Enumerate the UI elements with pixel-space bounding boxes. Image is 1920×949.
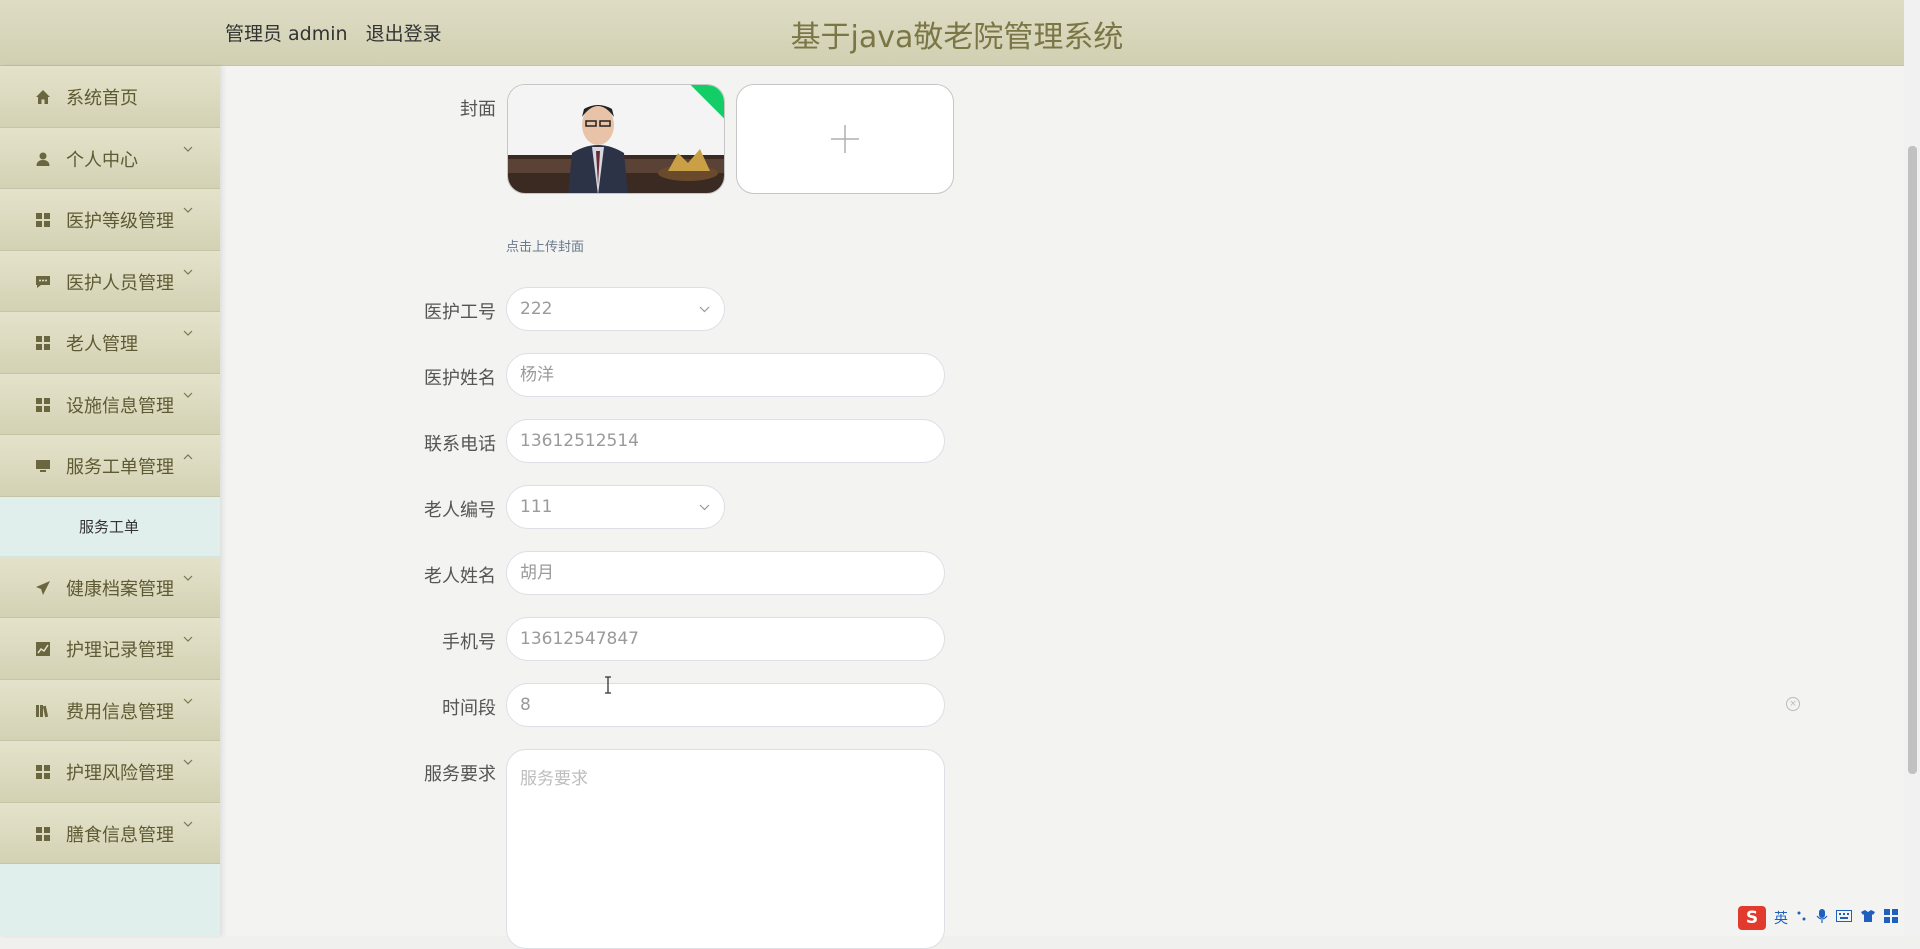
ime-mode-label[interactable]: 英 — [1774, 908, 1788, 928]
chevron-down-icon — [183, 571, 193, 581]
chevron-down-icon — [183, 142, 193, 152]
sidebar-item-care-records[interactable]: 护理记录管理 — [0, 618, 220, 680]
sidebar-item-care-risk[interactable]: 护理风险管理 — [0, 741, 220, 803]
chevron-down-icon — [699, 486, 710, 528]
sidebar-item-label: 护理风险管理 — [66, 763, 174, 784]
sidebar-item-care-level[interactable]: 医护等级管理 — [0, 189, 220, 251]
cover-photo — [508, 85, 724, 193]
sidebar-item-label: 个人中心 — [66, 149, 138, 171]
chevron-down-icon — [183, 694, 193, 704]
scrollbar-thumb[interactable] — [1908, 146, 1917, 774]
system-title: 基于java敬老院管理系统 — [790, 20, 1124, 55]
service-req-placeholder: 服务要求 — [520, 769, 588, 789]
close-icon[interactable]: × — [1786, 697, 1800, 711]
home-icon — [34, 88, 52, 106]
monitor-icon — [34, 457, 52, 475]
staff-name-input[interactable]: 杨洋 — [506, 353, 945, 397]
sidebar-item-health-records[interactable]: 健康档案管理 — [0, 556, 220, 618]
sidebar-item-label: 健康档案管理 — [66, 578, 174, 600]
grid-icon — [34, 211, 52, 229]
sidebar-item-label: 医护人员管理 — [66, 272, 174, 294]
sidebar-menu: 系统首页 个人中心 医护等级管理 医护人员管理 老人管理 设施信息管理 服务工单… — [0, 66, 220, 936]
chevron-down-icon — [183, 203, 193, 213]
staff-no-select[interactable]: 222 — [506, 287, 725, 331]
sidebar-item-meals[interactable]: 膳食信息管理 — [0, 802, 220, 864]
chart-icon — [34, 640, 52, 658]
grid-icon — [34, 763, 52, 781]
sidebar-item-label: 设施信息管理 — [66, 395, 174, 417]
elder-no-value: 111 — [520, 497, 553, 517]
page-scrollbar[interactable] — [1904, 0, 1920, 936]
sidebar-item-label: 服务工单管理 — [66, 457, 174, 478]
send-icon — [34, 579, 52, 597]
sidebar-item-elders[interactable]: 老人管理 — [0, 312, 220, 374]
chevron-down-icon — [183, 817, 193, 827]
sidebar-item-label: 膳食信息管理 — [66, 824, 174, 846]
sidebar-item-fees[interactable]: 费用信息管理 — [0, 679, 220, 741]
grid-icon — [34, 396, 52, 414]
upload-add-button[interactable] — [736, 84, 954, 194]
sidebar-item-label: 老人管理 — [66, 334, 138, 355]
plus-icon — [831, 125, 859, 153]
staff-no-label: 医护工号 — [424, 302, 496, 323]
submenu-item-service-order[interactable]: 服务工单 — [0, 496, 220, 557]
sidebar-item-care-staff[interactable]: 医护人员管理 — [0, 250, 220, 312]
chat-icon — [34, 273, 52, 291]
ime-toolbar: S 英 — [1738, 904, 1898, 932]
staff-no-value: 222 — [520, 299, 553, 319]
ime-logo-icon[interactable]: S — [1738, 906, 1766, 930]
sidebar-item-service-orders[interactable]: 服务工单管理 — [0, 435, 220, 497]
elder-name-label: 老人姓名 — [424, 566, 496, 587]
sidebar-item-label: 护理记录管理 — [66, 640, 174, 661]
chevron-down-icon — [699, 288, 710, 330]
mobile-input[interactable]: 13612547847 — [506, 617, 945, 661]
microphone-icon[interactable] — [1816, 908, 1828, 928]
elder-no-label: 老人编号 — [424, 500, 496, 521]
cover-label: 封面 — [460, 99, 496, 120]
skin-icon[interactable] — [1860, 909, 1876, 927]
chevron-down-icon — [183, 265, 193, 275]
grid-icon — [34, 334, 52, 352]
sidebar-item-facilities[interactable]: 设施信息管理 — [0, 373, 220, 435]
top-header: 管理员 admin 退出登录 基于java敬老院管理系统 — [0, 0, 1904, 66]
elder-name-input[interactable]: 胡月 — [506, 551, 945, 595]
sidebar-item-label: 医护等级管理 — [66, 211, 174, 232]
chevron-down-icon — [183, 326, 193, 336]
chevron-down-icon — [183, 388, 193, 398]
time-slot-input[interactable]: 8 — [506, 683, 945, 727]
sidebar-item-home[interactable]: 系统首页 — [0, 66, 220, 128]
time-slot-label: 时间段 — [442, 698, 496, 719]
sidebar-item-profile[interactable]: 个人中心 — [0, 127, 220, 189]
sidebar-item-label: 系统首页 — [66, 88, 138, 109]
chevron-down-icon — [183, 755, 193, 765]
cover-image-thumbnail[interactable] — [507, 84, 725, 194]
contact-phone-label: 联系电话 — [424, 434, 496, 455]
toolbox-icon[interactable] — [1884, 909, 1898, 927]
mobile-label: 手机号 — [442, 632, 496, 653]
contact-phone-input[interactable]: 13612512514 — [506, 419, 945, 463]
chevron-down-icon — [183, 632, 193, 642]
upload-tip: 点击上传封面 — [506, 240, 585, 255]
keyboard-icon[interactable] — [1836, 910, 1852, 926]
elder-no-select[interactable]: 111 — [506, 485, 725, 529]
chevron-up-icon — [183, 449, 193, 460]
staff-name-label: 医护姓名 — [424, 368, 496, 389]
text-cursor-icon — [603, 676, 613, 699]
book-icon — [34, 702, 52, 720]
punctuation-icon[interactable] — [1796, 910, 1808, 926]
user-icon — [34, 150, 52, 168]
service-req-label: 服务要求 — [424, 764, 496, 785]
grid-icon — [34, 825, 52, 843]
sidebar-item-label: 费用信息管理 — [66, 701, 174, 723]
service-req-textarea[interactable]: 服务要求 — [506, 749, 945, 949]
